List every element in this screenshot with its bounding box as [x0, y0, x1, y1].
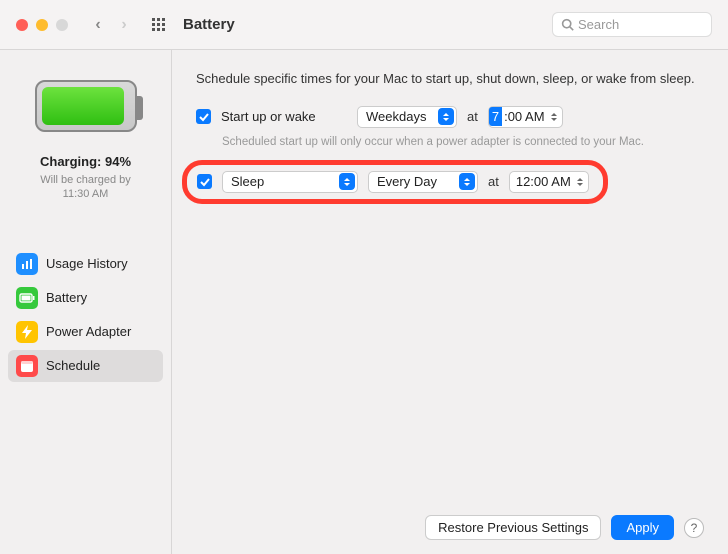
charge-status: Charging: 94% — [40, 154, 131, 169]
sleep-checkbox[interactable] — [197, 174, 212, 189]
restore-button[interactable]: Restore Previous Settings — [425, 515, 601, 540]
close-window-button[interactable] — [16, 19, 28, 31]
startup-label: Start up or wake — [221, 109, 347, 124]
sleep-time-field[interactable]: 12:00 AM — [509, 171, 589, 193]
chevron-updown-icon — [339, 173, 355, 190]
startup-checkbox[interactable] — [196, 109, 211, 124]
search-icon — [561, 18, 574, 31]
sidebar-item-battery[interactable]: Battery — [8, 282, 163, 314]
sleep-frequency-select[interactable]: Every Day — [368, 171, 478, 193]
sidebar-item-power-adapter[interactable]: Power Adapter — [8, 316, 163, 348]
battery-icon — [16, 287, 38, 309]
search-placeholder: Search — [578, 17, 619, 32]
chevron-updown-icon — [438, 108, 454, 125]
startup-time-field[interactable]: 7:00 AM — [488, 106, 563, 128]
stepper-icon[interactable] — [573, 172, 587, 192]
all-prefs-icon[interactable] — [152, 18, 165, 31]
sidebar-item-schedule[interactable]: Schedule — [8, 350, 163, 382]
forward-button[interactable]: › — [112, 13, 136, 37]
calendar-icon — [16, 355, 38, 377]
sidebar-item-label: Usage History — [46, 256, 128, 271]
stepper-icon[interactable] — [547, 107, 561, 127]
sidebar-item-label: Schedule — [46, 358, 100, 373]
at-label: at — [467, 109, 478, 124]
back-button[interactable]: ‹ — [86, 13, 110, 37]
apply-button[interactable]: Apply — [611, 515, 674, 540]
sidebar-item-usage-history[interactable]: Usage History — [8, 248, 163, 280]
chevron-updown-icon — [459, 173, 475, 190]
at-label: at — [488, 174, 499, 189]
sidebar-item-label: Battery — [46, 290, 87, 305]
window-title: Battery — [183, 16, 235, 33]
charge-eta: Will be charged by11:30 AM — [40, 173, 131, 202]
sleep-action-select[interactable]: Sleep — [222, 171, 358, 193]
search-input[interactable]: Search — [552, 12, 712, 37]
sidebar-item-label: Power Adapter — [46, 324, 131, 339]
minimize-window-button[interactable] — [36, 19, 48, 31]
startup-note: Scheduled start up will only occur when … — [222, 136, 704, 148]
bolt-icon — [16, 321, 38, 343]
schedule-description: Schedule specific times for your Mac to … — [196, 70, 704, 88]
sleep-row-highlight: Sleep Every Day at 12:00 AM — [182, 160, 608, 204]
startup-frequency-select[interactable]: Weekdays — [357, 106, 457, 128]
battery-graphic — [35, 80, 137, 132]
chart-icon — [16, 253, 38, 275]
maximize-window-button — [56, 19, 68, 31]
help-button[interactable]: ? — [684, 518, 704, 538]
